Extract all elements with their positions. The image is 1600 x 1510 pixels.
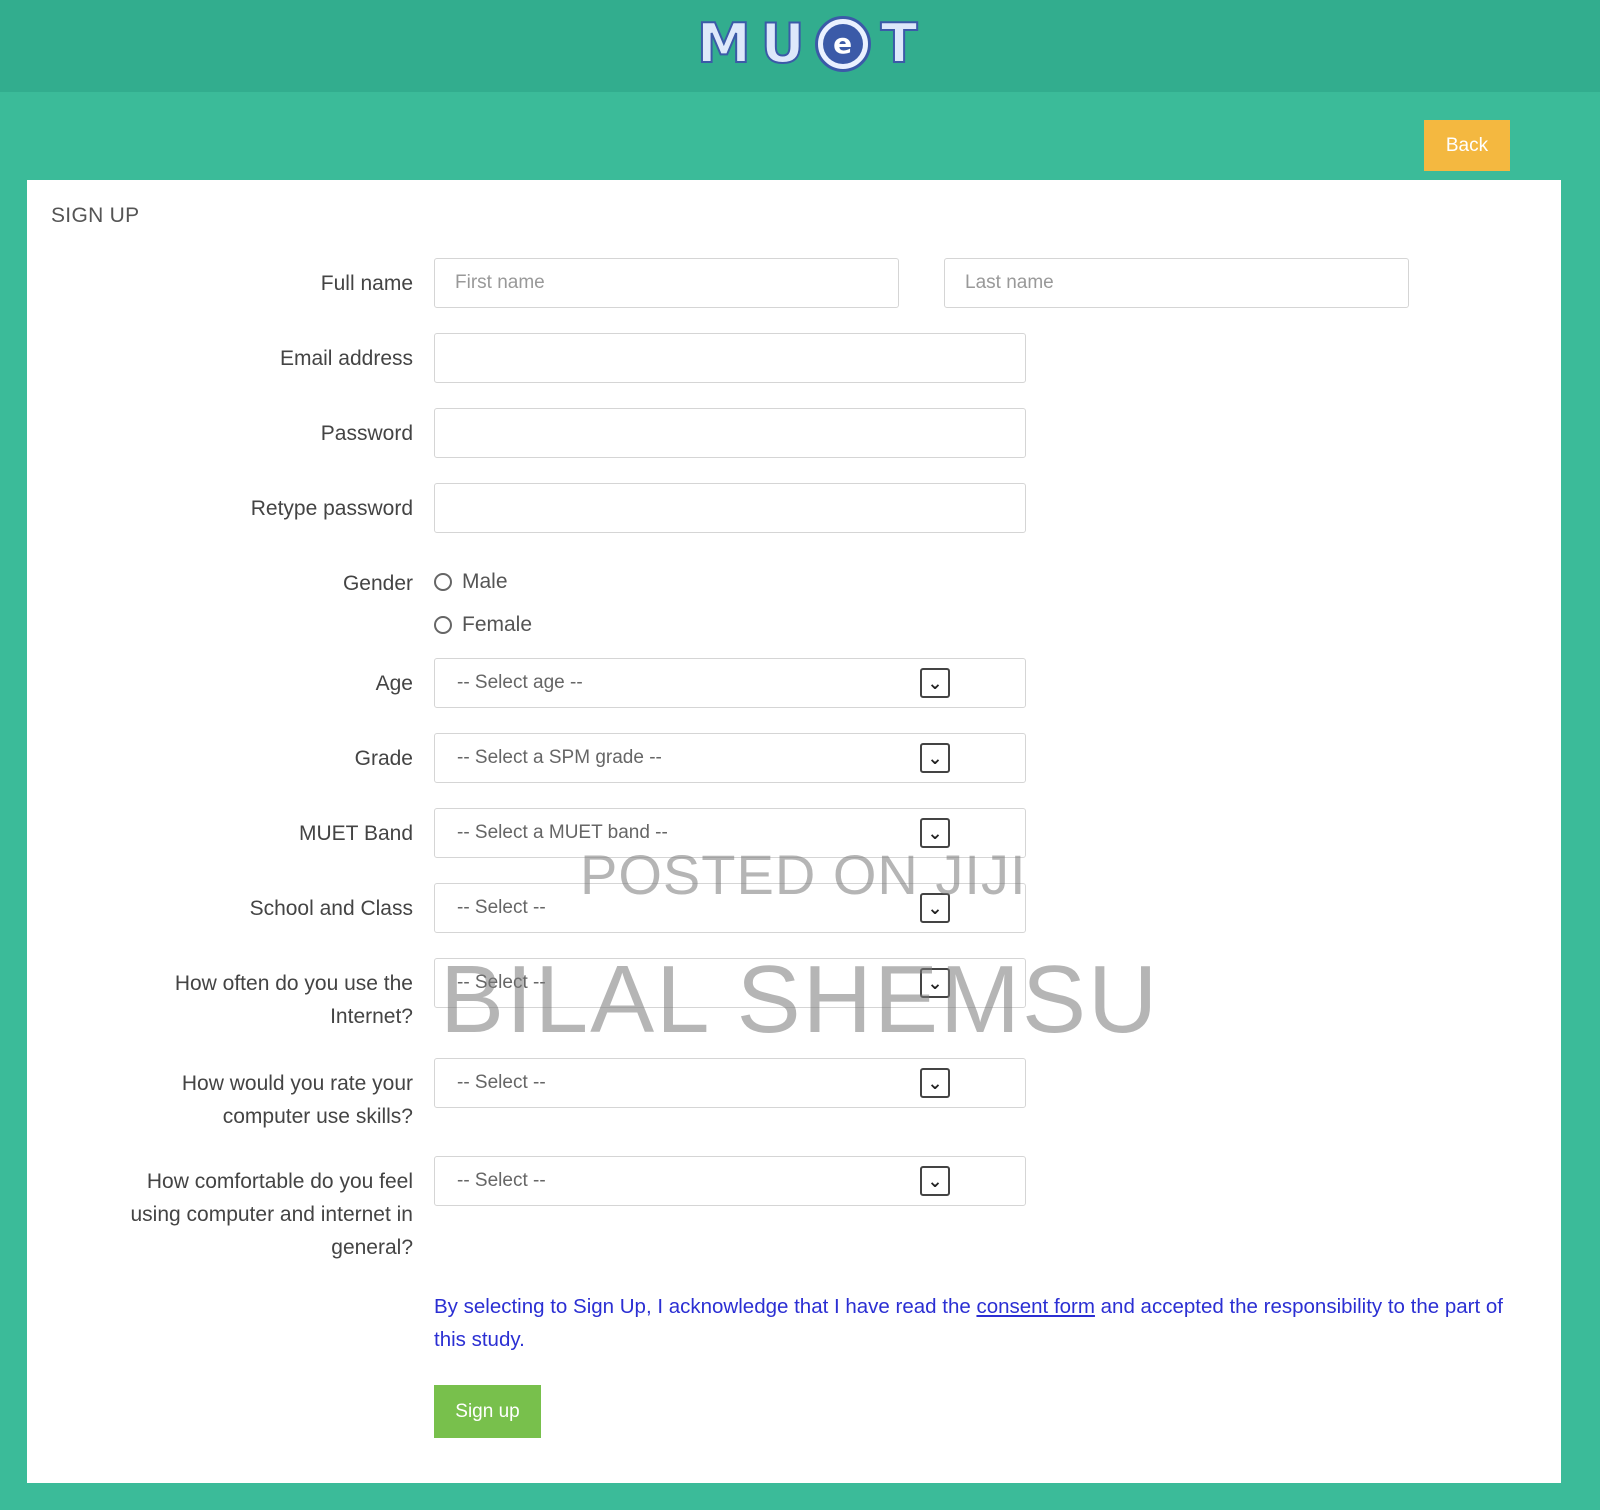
chevron-down-icon: ⌄: [920, 668, 950, 698]
consent-form-link[interactable]: consent form: [976, 1295, 1095, 1318]
comfort-select-value: -- Select --: [457, 1170, 546, 1191]
muet-logo: M U e T: [696, 12, 919, 75]
sign-up-button[interactable]: Sign up: [434, 1385, 541, 1438]
comfort-label: How comfortable do you feel using comput…: [73, 1165, 413, 1264]
age-label: Age: [375, 672, 413, 695]
grade-select-value: -- Select a SPM grade --: [457, 747, 662, 768]
comfort-label-line1: How comfortable do you feel: [146, 1170, 413, 1193]
back-button[interactable]: Back: [1424, 120, 1510, 171]
comfort-select[interactable]: -- Select -- ⌄: [434, 1156, 1026, 1206]
age-select[interactable]: -- Select age -- ⌄: [434, 658, 1026, 708]
chevron-down-icon: ⌄: [920, 1166, 950, 1196]
female-radio[interactable]: [434, 616, 452, 634]
gender-female-option[interactable]: Female: [434, 613, 532, 637]
password-label: Password: [320, 422, 413, 445]
male-label: Male: [462, 570, 508, 593]
comfort-label-line3: general?: [331, 1236, 413, 1259]
retype-password-input[interactable]: [434, 483, 1026, 533]
computer-skills-label: How would you rate your computer use ski…: [73, 1067, 413, 1133]
password-input[interactable]: [434, 408, 1026, 458]
grade-select[interactable]: -- Select a SPM grade -- ⌄: [434, 733, 1026, 783]
internet-frequency-label-line1: How often do you use the: [174, 972, 413, 995]
internet-frequency-label-line2: Internet?: [330, 1005, 413, 1028]
comfort-label-line2: using computer and internet in: [130, 1203, 413, 1226]
last-name-input[interactable]: Last name: [944, 258, 1409, 308]
logo-letter-e: e: [822, 24, 863, 64]
first-name-input[interactable]: First name: [434, 258, 899, 308]
school-class-select-value: -- Select --: [457, 897, 546, 918]
computer-skills-label-line2: computer use skills?: [222, 1105, 413, 1128]
consent-text: By selecting to Sign Up, I acknowledge t…: [434, 1290, 1534, 1356]
signup-card: SIGN UP Full name First name Last name E…: [27, 180, 1561, 1483]
school-class-label: School and Class: [249, 897, 413, 920]
gender-male-option[interactable]: Male: [434, 570, 508, 594]
muet-band-label: MUET Band: [299, 822, 413, 845]
computer-skills-select[interactable]: -- Select -- ⌄: [434, 1058, 1026, 1108]
age-select-value: -- Select age --: [457, 672, 583, 693]
computer-skills-select-value: -- Select --: [457, 1072, 546, 1093]
page-title: SIGN UP: [51, 204, 140, 227]
chevron-down-icon: ⌄: [920, 1068, 950, 1098]
logo-letter-m: M: [696, 12, 752, 75]
email-input[interactable]: [434, 333, 1026, 383]
chevron-down-icon: ⌄: [920, 743, 950, 773]
full-name-label: Full name: [320, 272, 413, 295]
muet-band-select-value: -- Select a MUET band --: [457, 822, 668, 843]
email-label: Email address: [279, 347, 413, 370]
logo-letter-t: T: [880, 12, 919, 75]
watermark-posted-on: POSTED ON JIJI: [580, 843, 1027, 906]
computer-skills-label-line1: How would you rate your: [181, 1072, 413, 1095]
logo-letter-u: U: [760, 12, 806, 75]
watermark-name: BILAL SHEMSU: [440, 946, 1160, 1053]
retype-password-label: Retype password: [250, 497, 413, 520]
internet-frequency-label: How often do you use the Internet?: [73, 967, 413, 1033]
gender-label: Gender: [342, 572, 413, 595]
header-bar: M U e T: [0, 0, 1600, 92]
grade-label: Grade: [354, 747, 413, 770]
female-label: Female: [462, 613, 533, 636]
logo-e-emblem: e: [814, 16, 871, 72]
consent-text-before: By selecting to Sign Up, I acknowledge t…: [434, 1295, 977, 1318]
male-radio[interactable]: [434, 573, 452, 591]
